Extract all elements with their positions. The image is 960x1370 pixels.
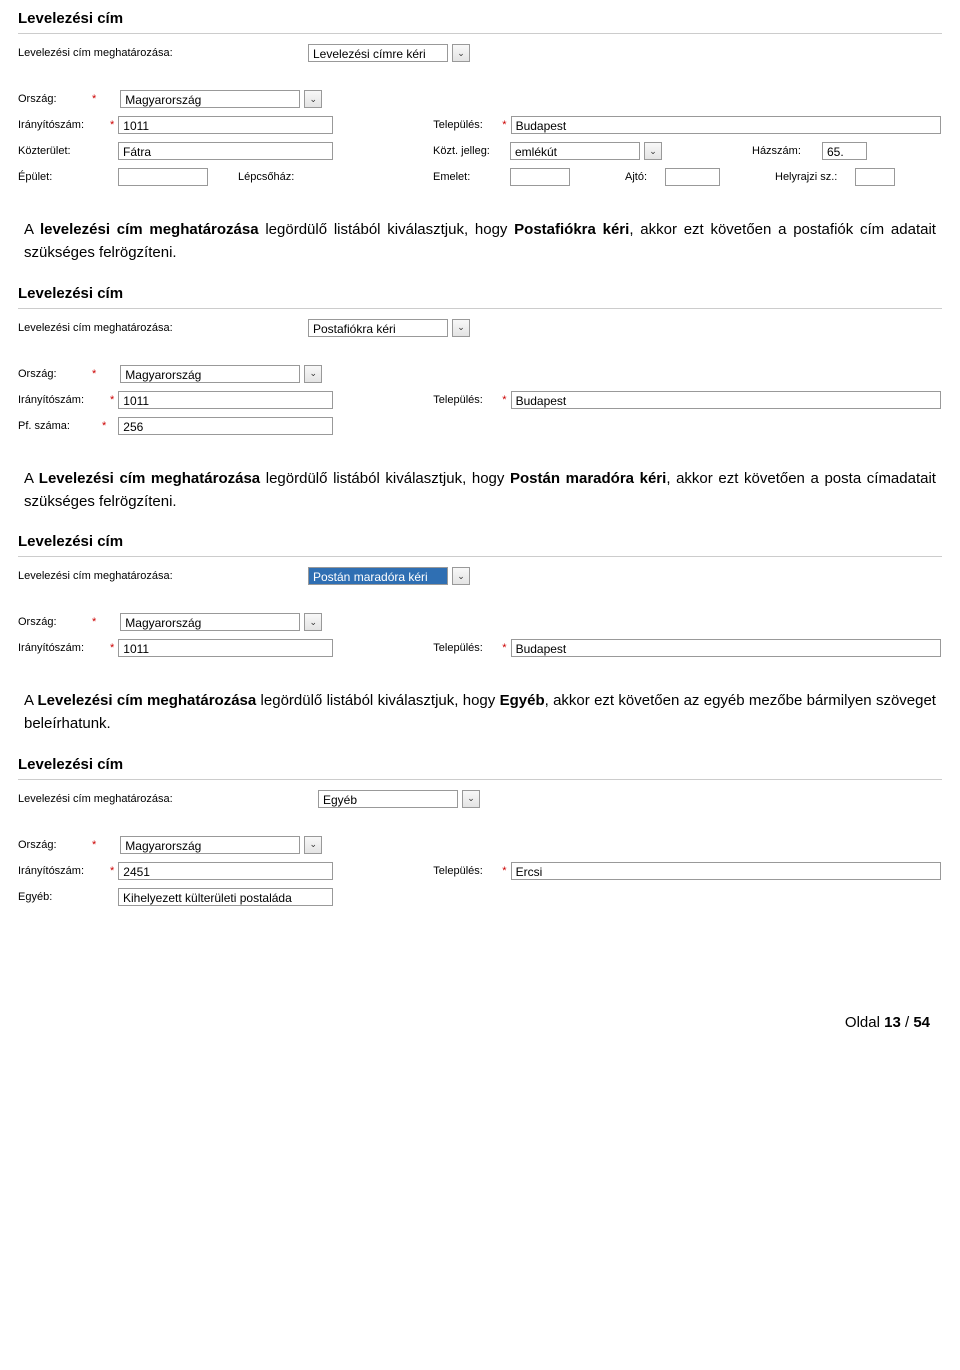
paragraph-2: A Levelezési cím meghatározása legördülő… [0,453,960,524]
required-mark: * [106,865,118,877]
panel-title: Levelezési cím [18,285,942,302]
input-telepules[interactable]: Budapest [511,639,941,657]
chevron-down-icon[interactable]: ⌄ [644,142,662,160]
paragraph-3: A Levelezési cím meghatározása legördülő… [0,675,960,746]
label-ajto: Ajtó: [625,171,665,183]
label-koztjelleg: Közt. jelleg: [433,145,510,157]
required-mark: * [106,119,118,131]
label-lepcsohaz: Lépcsőház: [238,171,308,183]
label-hrsz: Helyrajzi sz.: [775,171,855,183]
select-orszag[interactable]: Magyarország ⌄ [120,90,322,108]
label-kozterulet: Közterület: [18,145,118,157]
select-det-value[interactable]: Postafiókra kéri [308,319,448,337]
input-kozterulet[interactable]: Fátra [118,142,333,160]
required-mark: * [498,394,510,406]
label-det: Levelezési cím meghatározása: [18,322,178,334]
select-orszag-value[interactable]: Magyarország [120,365,300,383]
select-det-value[interactable]: Postán maradóra kéri [308,567,448,585]
required-mark: * [88,368,100,380]
label-irsz: Irányítószám: [18,394,106,406]
required-mark: * [498,865,510,877]
required-mark: * [106,394,118,406]
chevron-down-icon[interactable]: ⌄ [304,613,322,631]
required-mark: * [106,642,118,654]
label-det: Levelezési cím meghatározása: [18,793,188,805]
divider [18,33,942,34]
chevron-down-icon[interactable]: ⌄ [452,44,470,62]
label-orszag: Ország: [18,368,88,380]
required-mark: * [88,616,100,628]
label-telepules: Település: [433,394,498,406]
label-telepules: Település: [433,119,498,131]
label-irsz: Irányítószám: [18,865,106,877]
chevron-down-icon[interactable]: ⌄ [452,319,470,337]
input-telepules[interactable]: Ercsi [511,862,941,880]
panel-levelezesi-cim-3: Levelezési cím Levelezési cím meghatároz… [0,523,960,669]
input-pf[interactable]: 256 [118,417,333,435]
label-det: Levelezési cím meghatározása: [18,47,178,59]
chevron-down-icon[interactable]: ⌄ [452,567,470,585]
select-orszag[interactable]: Magyarország ⌄ [120,613,322,631]
label-pf: Pf. száma: [18,420,98,432]
panel-levelezesi-cim-2: Levelezési cím Levelezési cím meghatároz… [0,275,960,447]
required-mark: * [88,839,100,851]
label-telepules: Település: [433,642,498,654]
input-telepules[interactable]: Budapest [511,116,941,134]
panel-title: Levelezési cím [18,756,942,773]
select-det[interactable]: Postafiókra kéri ⌄ [308,319,470,337]
chevron-down-icon[interactable]: ⌄ [304,836,322,854]
label-epulet: Épület: [18,171,118,183]
select-det-value[interactable]: Levelezési címre kéri [308,44,448,62]
input-irsz[interactable]: 1011 [118,639,333,657]
select-orszag-value[interactable]: Magyarország [120,90,300,108]
divider [18,308,942,309]
input-egyeb[interactable]: Kihelyezett külterületi postaláda [118,888,333,906]
label-orszag: Ország: [18,839,88,851]
paragraph-1: A levelezési cím meghatározása legördülő… [0,204,960,275]
chevron-down-icon[interactable]: ⌄ [304,365,322,383]
label-orszag: Ország: [18,93,88,105]
divider [18,556,942,557]
label-emelet: Emelet: [433,171,510,183]
select-det[interactable]: Egyéb ⌄ [318,790,480,808]
divider [18,779,942,780]
select-koztjelleg[interactable]: emlékút ⌄ [510,142,662,160]
chevron-down-icon[interactable]: ⌄ [304,90,322,108]
input-epulet[interactable] [118,168,208,186]
chevron-down-icon[interactable]: ⌄ [462,790,480,808]
select-det[interactable]: Levelezési címre kéri ⌄ [308,44,470,62]
panel-levelezesi-cim-4: Levelezési cím Levelezési cím meghatároz… [0,746,960,918]
required-mark: * [498,642,510,654]
required-mark: * [98,420,110,432]
required-mark: * [498,119,510,131]
input-irsz[interactable]: 2451 [118,862,333,880]
select-det[interactable]: Postán maradóra kéri ⌄ [308,567,470,585]
page-footer: Oldal 13 / 54 [0,984,960,1045]
label-egyeb: Egyéb: [18,891,118,903]
panel-levelezesi-cim-1: Levelezési cím Levelezési cím meghatároz… [0,0,960,198]
label-irsz: Irányítószám: [18,642,106,654]
input-irsz[interactable]: 1011 [118,116,333,134]
input-hrsz[interactable] [855,168,895,186]
panel-title: Levelezési cím [18,10,942,27]
panel-title: Levelezési cím [18,533,942,550]
required-mark: * [88,93,100,105]
select-orszag[interactable]: Magyarország ⌄ [120,836,322,854]
input-emelet[interactable] [510,168,570,186]
label-irsz: Irányítószám: [18,119,106,131]
label-telepules: Település: [433,865,498,877]
select-orszag[interactable]: Magyarország ⌄ [120,365,322,383]
input-irsz[interactable]: 1011 [118,391,333,409]
label-orszag: Ország: [18,616,88,628]
label-det: Levelezési cím meghatározása: [18,570,178,582]
input-telepules[interactable]: Budapest [511,391,941,409]
select-orszag-value[interactable]: Magyarország [120,836,300,854]
input-ajto[interactable] [665,168,720,186]
input-hazszam[interactable]: 65. [822,142,867,160]
select-koztjelleg-value[interactable]: emlékút [510,142,640,160]
select-det-value[interactable]: Egyéb [318,790,458,808]
select-orszag-value[interactable]: Magyarország [120,613,300,631]
label-hazszam: Házszám: [752,145,822,157]
